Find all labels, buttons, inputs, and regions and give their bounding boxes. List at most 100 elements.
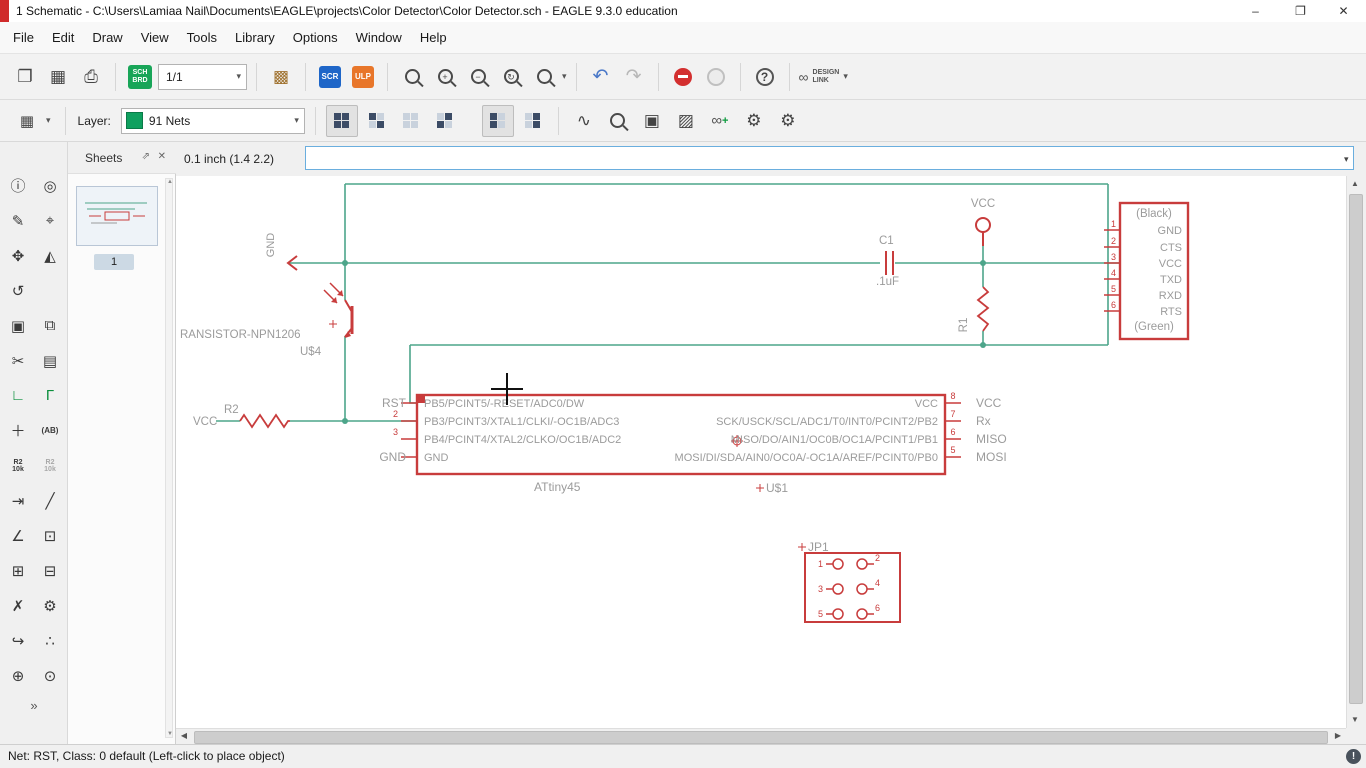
display-preset-6-icon[interactable] xyxy=(518,106,548,136)
dots-tool[interactable]: ∴ xyxy=(38,629,62,652)
layer-dropdown[interactable]: 91 Nets ▾ xyxy=(120,107,305,134)
menu-item[interactable]: Edit xyxy=(43,25,83,50)
value-tool[interactable]: R2 10k xyxy=(38,454,62,477)
display-preset-3-icon[interactable] xyxy=(396,106,426,136)
grid-settings-icon[interactable]: ▦ xyxy=(12,106,42,136)
library-package-icon[interactable]: ▩ xyxy=(266,62,296,92)
component-c1[interactable]: C1 .1uF xyxy=(876,235,899,288)
show-tool[interactable]: ◎ xyxy=(38,174,62,197)
mirror-tool[interactable]: ◭ xyxy=(38,244,62,267)
zoom-fit-icon[interactable] xyxy=(397,62,427,92)
display-preset-1-icon[interactable] xyxy=(325,104,358,137)
zoom-select-icon[interactable] xyxy=(529,62,559,92)
split-tool[interactable]: ╱ xyxy=(38,489,62,512)
component-r2[interactable]: VCC R2 xyxy=(193,404,290,429)
close-button[interactable]: ✕ xyxy=(1321,0,1366,22)
component-phototransistor[interactable]: RANSISTOR-NPN1206 U$4 xyxy=(180,282,354,358)
component-serial-connector[interactable]: 1 2 3 4 5 6 (Black) GND CTS VCC TXD RXD … xyxy=(1104,201,1190,341)
net-tool[interactable]: Γ xyxy=(38,384,62,407)
display-tool[interactable]: ✎ xyxy=(6,209,30,232)
component-gnd-symbol[interactable]: GND xyxy=(265,233,298,271)
settings-gear-icon[interactable]: ⚙ xyxy=(739,106,769,136)
scroll-up-icon[interactable]: ▲ xyxy=(166,179,174,185)
autorouter-gear-icon[interactable]: ⚙ xyxy=(773,106,803,136)
blank-tool[interactable] xyxy=(38,279,62,302)
scroll-down-icon[interactable]: ▼ xyxy=(166,731,174,737)
search-erc-icon[interactable] xyxy=(603,106,633,136)
maximize-button[interactable]: ❐ xyxy=(1278,0,1323,22)
panel-close-icon[interactable]: ✕ xyxy=(158,151,166,162)
junction-tool[interactable]: ＋ xyxy=(6,419,30,442)
menu-item[interactable]: Tools xyxy=(178,25,226,50)
menu-item[interactable]: View xyxy=(132,25,178,50)
group-tool[interactable]: ▣ xyxy=(6,314,30,337)
component-jp1[interactable]: JP1 1 2 3 4 5 6 xyxy=(798,540,901,623)
paste-tool[interactable]: ▤ xyxy=(38,349,62,372)
display-preset-4-icon[interactable] xyxy=(430,106,460,136)
design-link-sync-icon[interactable]: ∞ + xyxy=(705,106,735,136)
chevron-down-icon[interactable]: ▾ xyxy=(562,71,567,82)
sheet-page-number[interactable]: 1 xyxy=(94,254,134,270)
wrench-tool[interactable]: ⚙ xyxy=(38,594,62,617)
clipboard-tool[interactable]: ⊟ xyxy=(38,559,62,582)
panel-expand-icon[interactable]: ⇗ xyxy=(142,151,150,162)
smash-tool[interactable]: ⇥ xyxy=(6,489,30,512)
erc-errors-icon[interactable]: ▨ xyxy=(671,106,701,136)
scroll-down-icon[interactable]: ▼ xyxy=(1347,712,1363,728)
save-icon[interactable]: ▦ xyxy=(43,62,73,92)
scroll-up-icon[interactable]: ▲ xyxy=(1347,176,1363,192)
vertical-scrollbar[interactable]: ▲ ▼ xyxy=(1346,176,1363,728)
menu-item[interactable]: Options xyxy=(284,25,347,50)
component-attiny45[interactable]: RST 2 3 GND PB5/PCINT5/-RESET/ADC0/DW PB… xyxy=(379,391,1006,495)
component-vcc-symbol[interactable]: VCC xyxy=(971,198,995,246)
horizontal-scrollbar[interactable]: ◀ ▶ xyxy=(176,728,1346,744)
vertical-scrollbar-thumb[interactable] xyxy=(1349,194,1363,704)
scr-button[interactable]: SCR xyxy=(315,62,345,92)
menu-item[interactable]: Window xyxy=(347,25,411,50)
command-input[interactable] xyxy=(305,146,1354,170)
new-file-icon[interactable]: ❐ xyxy=(10,62,40,92)
ulp-button[interactable]: ULP xyxy=(348,62,378,92)
scroll-left-icon[interactable]: ◀ xyxy=(176,728,192,744)
schematic-canvas[interactable]: GND RANSISTOR-NPN1206 U$4 C1 .1uF VCC R1… xyxy=(176,176,1346,728)
erc-check-icon[interactable]: ▣ xyxy=(637,106,667,136)
design-link-button[interactable]: ∞ DESIGN LINK ▾ xyxy=(799,69,848,85)
zoom-redraw-icon[interactable]: ↻ xyxy=(496,62,526,92)
print-icon[interactable]: ⎙ xyxy=(76,62,106,92)
scroll-right-icon[interactable]: ▶ xyxy=(1330,728,1346,744)
attribute-tool[interactable]: ⊡ xyxy=(38,524,62,547)
wire-tool[interactable]: ∟ xyxy=(6,384,30,407)
mark-tool[interactable]: ⌖ xyxy=(38,209,62,232)
display-preset-5-icon[interactable] xyxy=(481,104,514,137)
undo-icon[interactable]: ↶ xyxy=(586,62,616,92)
horizontal-scrollbar-thumb[interactable] xyxy=(194,731,1328,744)
help-icon[interactable]: ? xyxy=(750,62,780,92)
menu-item[interactable]: Library xyxy=(226,25,284,50)
simulate-sine-icon[interactable]: ∿ xyxy=(569,106,599,136)
more-tools-chevron-icon[interactable]: » xyxy=(0,698,68,713)
copy-tool[interactable]: ⊞ xyxy=(6,559,30,582)
move-tool[interactable]: ✥ xyxy=(6,244,30,267)
polygon-tool[interactable]: ⊙ xyxy=(38,664,62,687)
name-tool[interactable]: R2 10k xyxy=(6,454,30,477)
chevron-down-icon[interactable]: ▾ xyxy=(1344,154,1349,165)
menu-item[interactable]: Draw xyxy=(83,25,131,50)
stop-button[interactable] xyxy=(668,62,698,92)
label-tool[interactable]: (AB) xyxy=(38,419,62,442)
bus-tool[interactable]: ⊕ xyxy=(6,664,30,687)
info-tool[interactable]: ⓘ xyxy=(6,174,30,197)
minimize-button[interactable]: – xyxy=(1233,0,1278,22)
redo-icon[interactable]: ↷ xyxy=(619,62,649,92)
delete-tool[interactable]: ✗ xyxy=(6,594,30,617)
change-tool[interactable]: ⧉ xyxy=(38,314,62,337)
warning-icon[interactable]: ! xyxy=(1346,749,1361,764)
rotate-tool[interactable]: ↺ xyxy=(6,279,30,302)
sheet-thumbnail[interactable] xyxy=(76,186,158,246)
zoom-in-icon[interactable]: + xyxy=(430,62,460,92)
menu-item[interactable]: File xyxy=(4,25,43,50)
miter-tool[interactable]: ∠ xyxy=(6,524,30,547)
cut-tool[interactable]: ✂ xyxy=(6,349,30,372)
sheets-scrollbar[interactable]: ▲ ▼ xyxy=(165,178,173,738)
invoke-tool[interactable]: ↪ xyxy=(6,629,30,652)
component-r1[interactable]: R1 xyxy=(958,286,990,332)
